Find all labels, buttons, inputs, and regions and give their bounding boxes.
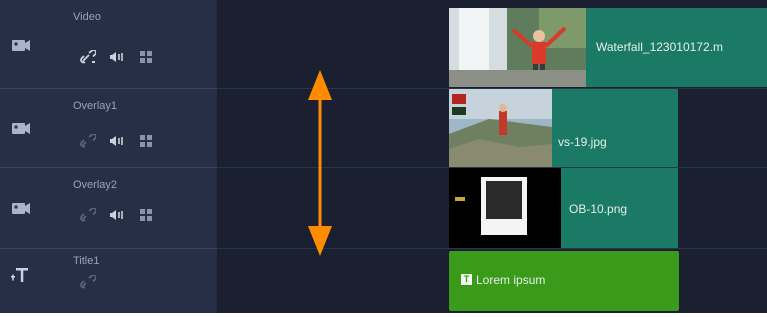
speaker-icon[interactable] [110,135,126,147]
clip-label: OB-10.png [569,202,628,216]
link-icon[interactable] [80,275,96,289]
title-clip[interactable]: T Lorem ipsum [449,251,679,311]
clip-thumbnail [449,168,561,248]
link-icon[interactable] [80,134,96,148]
overlay2-clip[interactable]: OB-10.png [449,168,678,248]
title-badge-icon: T [461,274,472,285]
clip-thumbnail [449,8,586,87]
track-name: Video [73,11,101,23]
track-name: Overlay1 [73,100,118,112]
title-track-icon [11,268,28,282]
resize-height-arrow-icon [308,70,332,256]
track-header-title1[interactable]: Title1 [0,249,217,313]
track-header-overlay2[interactable]: Overlay2 [0,168,217,249]
speaker-icon[interactable] [110,209,126,221]
speaker-icon[interactable] [110,51,126,63]
clip-label: Waterfall_123010172.m [596,40,723,54]
video-track-icon [12,40,30,51]
clip-thumbnail [449,89,552,167]
track-name: Overlay2 [73,179,118,191]
overlay-mark-icon [455,197,465,201]
grid-icon[interactable] [140,50,153,64]
grid-icon[interactable] [140,134,153,148]
video-track-icon [12,123,30,134]
track-name: Title1 [73,255,100,267]
clip-label: Lorem ipsum [476,273,546,287]
timeline-panel: Video Overlay1 Overlay2 Title1 Waterfall… [0,0,767,313]
photo-frame [481,177,527,235]
link-icon[interactable] [80,208,96,222]
link-icon[interactable] [80,50,96,64]
overlay1-clip[interactable]: vs-19.jpg [449,89,678,167]
track-header-video[interactable]: Video [0,0,217,89]
grid-icon[interactable] [140,208,153,222]
lane-divider [217,248,767,249]
clip-label: vs-19.jpg [558,135,607,149]
video-track-icon [12,203,30,214]
track-header-overlay1[interactable]: Overlay1 [0,89,217,168]
video-clip[interactable]: Waterfall_123010172.m [449,8,767,87]
